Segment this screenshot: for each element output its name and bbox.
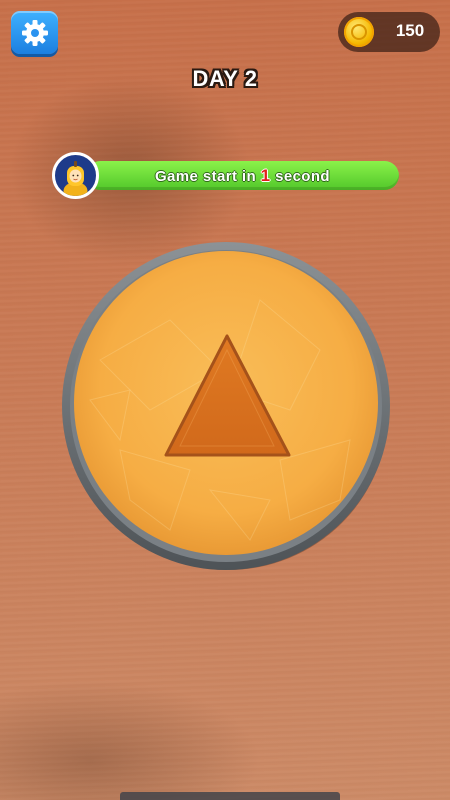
status-bar: Game start in 1 second xyxy=(86,161,399,190)
player-avatar xyxy=(52,152,99,199)
settings-button[interactable] xyxy=(11,11,58,54)
day-title: DAY 2 xyxy=(192,66,258,91)
coin-counter: 150 xyxy=(338,12,440,52)
coin-amount: 150 xyxy=(395,21,425,40)
status-text-after: second xyxy=(275,168,330,185)
bottom-edge-object xyxy=(120,792,340,800)
gear-icon xyxy=(21,19,48,46)
coin-icon xyxy=(344,17,374,47)
status-text-before: Game start in xyxy=(154,168,257,185)
game-board[interactable] xyxy=(60,240,393,573)
status-text: Game start in 1 second xyxy=(86,166,399,186)
countdown-value: 1 xyxy=(260,166,271,185)
